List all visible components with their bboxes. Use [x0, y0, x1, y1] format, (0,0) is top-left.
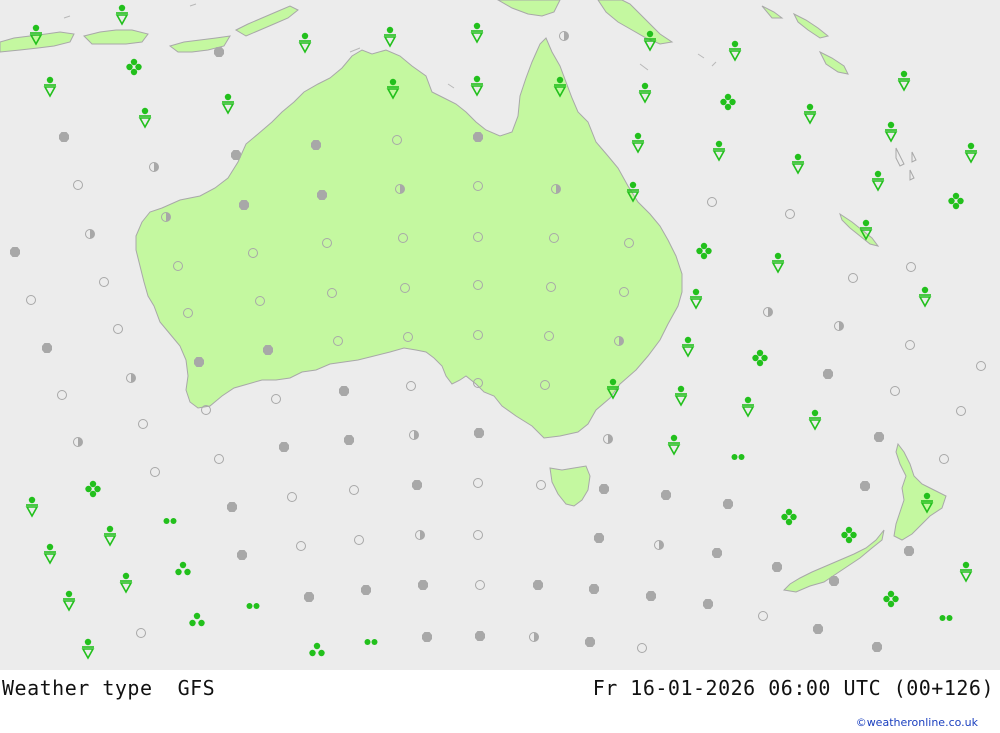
cloudy-icon [304, 592, 314, 602]
cloudy-icon [475, 631, 485, 641]
title-text: Weather type [2, 676, 153, 700]
cloudy-icon [599, 484, 609, 494]
cloudy-icon [339, 386, 349, 396]
map-canvas [0, 0, 1000, 670]
cloudy-icon [412, 480, 422, 490]
cloudy-icon [237, 550, 247, 560]
cloudy-icon [723, 499, 733, 509]
cloudy-icon [585, 637, 595, 647]
cloudy-icon [904, 546, 914, 556]
weather-map [0, 0, 1000, 670]
cloudy-icon [594, 533, 604, 543]
valid-time: Fr 16-01-2026 06:00 UTC (00+126) [592, 676, 994, 700]
cloudy-icon [823, 369, 833, 379]
cloudy-icon [874, 432, 884, 442]
cloudy-icon [311, 140, 321, 150]
cloudy-icon [829, 576, 839, 586]
credit-link[interactable]: ©weatheronline.co.uk [856, 716, 978, 729]
cloudy-icon [214, 47, 224, 57]
cloudy-icon [860, 481, 870, 491]
cloudy-icon [231, 150, 241, 160]
cloudy-icon [872, 642, 882, 652]
cloudy-icon [42, 343, 52, 353]
cloudy-icon [474, 428, 484, 438]
cloudy-icon [227, 502, 237, 512]
cloudy-icon [263, 345, 273, 355]
cloudy-icon [59, 132, 69, 142]
map-title: Weather type GFS [2, 676, 215, 700]
cloudy-icon [279, 442, 289, 452]
cloudy-icon [813, 624, 823, 634]
model-name: GFS [177, 676, 216, 700]
cloudy-icon [418, 580, 428, 590]
cloudy-icon [473, 132, 483, 142]
cloudy-icon [361, 585, 371, 595]
cloudy-icon [422, 632, 432, 642]
cloudy-icon [533, 580, 543, 590]
cloudy-icon [712, 548, 722, 558]
cloudy-icon [646, 591, 656, 601]
cloudy-icon [344, 435, 354, 445]
cloudy-icon [589, 584, 599, 594]
cloudy-icon [317, 190, 327, 200]
cloudy-icon [10, 247, 20, 257]
cloudy-icon [661, 490, 671, 500]
cloudy-icon [194, 357, 204, 367]
cloudy-icon [703, 599, 713, 609]
cloudy-icon [772, 562, 782, 572]
cloudy-icon [239, 200, 249, 210]
